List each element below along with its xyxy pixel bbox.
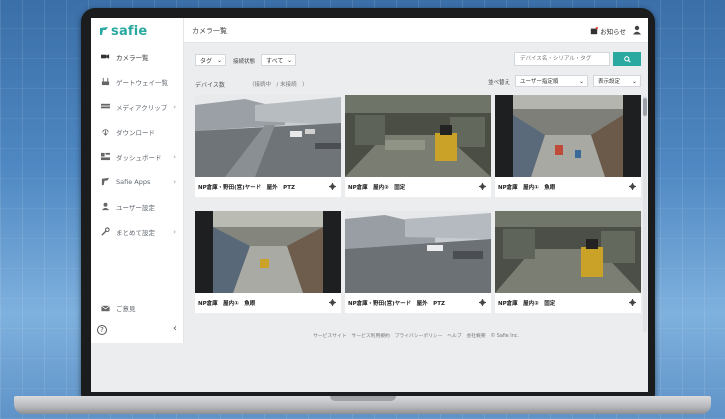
search-button[interactable] [613,52,641,66]
sidebar-item-label: Safie Apps [116,177,151,186]
sidebar-item-label: ユーザー設定 [116,203,155,212]
chevron-down-icon: ⌄ [631,77,637,85]
sidebar-item-user-settings[interactable]: ユーザー設定 [91,194,184,219]
chevron-right-icon: › [173,227,176,236]
bulk-settings-icon [101,227,110,236]
feedback-link[interactable]: ご意見 [91,299,184,317]
camera-thumbnail[interactable] [495,211,641,293]
chevron-right-icon: › [173,177,176,186]
gateway-icon [101,77,110,86]
chevron-down-icon: ⌄ [216,56,222,64]
collapse-sidebar-icon[interactable]: ‹ [173,323,177,334]
chevron-right-icon: › [173,102,176,111]
chevron-right-icon: › [173,152,176,161]
camera-name: NP倉庫 屋内① 魚眼 [195,293,341,313]
sort-order-value: ユーザー指定順 [520,79,559,85]
chevron-down-icon: ⌄ [286,56,292,64]
camera-card[interactable]: NP倉庫 屋内① 魚眼 [495,95,641,197]
camera-card[interactable]: NP倉庫 屋内① 魚眼 [195,211,341,313]
mail-icon [101,305,110,311]
app-screen: safie カメラ一覧 ゲートウェイ一覧 メディアクリップ › ダウンロード ダ… [91,18,648,392]
user-settings-icon [101,202,110,211]
camera-thumbnail[interactable] [195,95,341,177]
gear-icon[interactable] [329,183,336,190]
camera-name: NP倉庫 屋内① 魚眼 [495,177,641,197]
sidebar-item-label: ダウンロード [116,128,155,137]
search-icon [623,55,631,63]
camera-name: NP倉庫 屋内② 固定 [345,177,491,197]
device-search-input[interactable] [514,52,610,66]
notice-icon [590,27,599,35]
sidebar-item-safie-apps[interactable]: Safie Apps › [91,169,184,194]
device-status-counts: （接続中 / 未接続 ） [249,82,308,88]
camera-card[interactable]: NP倉庫 屋内② 固定 [495,211,641,313]
tag-filter-value: タグ [200,57,213,65]
sort-label: 並べ替え [488,80,511,86]
gear-icon[interactable] [329,299,336,306]
help-icon[interactable]: ? [97,325,107,335]
camera-card[interactable]: NP倉庫・野田(営)ヤード 屋外 PTZ [345,211,491,313]
camera-card[interactable]: NP倉庫・野田(営)ヤード 屋外 PTZ [195,95,341,197]
view-settings-value: 表示設定 [598,79,621,85]
gear-icon[interactable] [479,183,486,190]
chevron-down-icon: ⌄ [578,77,584,85]
sidebar-item-label: メディアクリップ [116,103,168,112]
camera-name: NP倉庫・野田(営)ヤード 屋外 PTZ [195,177,341,197]
laptop-notch [330,396,396,401]
notice-label: お知らせ [600,28,626,36]
sidebar-item-label: ダッシュボード [116,153,162,162]
view-settings-select[interactable]: 表示設定 ⌄ [593,75,641,87]
page-title: カメラ一覧 [192,27,227,35]
tag-filter-select[interactable]: タグ ⌄ [195,54,226,66]
feedback-label: ご意見 [116,305,136,313]
sidebar-item-camera-list[interactable]: カメラ一覧 [91,44,184,69]
sidebar-item-media-clip[interactable]: メディアクリップ › [91,94,184,119]
notice-button[interactable]: お知らせ [590,26,626,36]
camera-icon [101,54,110,59]
connection-filter-value: すべて [266,57,284,65]
camera-thumbnail[interactable] [195,211,341,293]
footer-links[interactable]: サービスサイト サービス利用規約 プライバシーポリシー ヘルプ 会社概要 © S… [184,331,648,343]
dashboard-icon [101,152,110,161]
safie-logo-icon [100,27,108,35]
user-account-icon[interactable] [632,25,642,35]
media-clip-icon [101,103,110,109]
gear-icon[interactable] [479,299,486,306]
connection-filter-select[interactable]: すべて ⌄ [261,54,296,66]
top-bar: カメラ一覧 お知らせ [184,18,648,43]
download-icon [102,129,109,136]
sort-order-select[interactable]: ユーザー指定順 ⌄ [515,75,588,87]
scrollbar-thumb[interactable] [643,98,647,116]
camera-card[interactable]: NP倉庫 屋内② 固定 [345,95,491,197]
sidebar-item-gateway-list[interactable]: ゲートウェイ一覧 [91,69,184,94]
sidebar-item-bulk-settings[interactable]: まとめて設定 › [91,219,184,244]
camera-thumbnail[interactable] [345,95,491,177]
camera-grid: NP倉庫・野田(営)ヤード 屋外 PTZ NP倉庫 屋内② 固定 NP倉庫 屋内… [195,95,642,331]
camera-name: NP倉庫 屋内② 固定 [495,293,641,313]
camera-thumbnail[interactable] [345,211,491,293]
logo-text: safie [111,23,148,39]
device-count-label: デバイス数 [195,82,225,89]
sidebar-item-label: ゲートウェイ一覧 [116,78,168,87]
camera-thumbnail[interactable] [495,95,641,177]
sidebar: safie カメラ一覧 ゲートウェイ一覧 メディアクリップ › ダウンロード ダ… [91,18,184,343]
connection-filter-label: 接続状態 [233,59,256,65]
filter-toolbar: タグ ⌄ 接続状態 すべて ⌄ デバイス数 （接続中 / 未接続 ） 並べ替え … [184,43,648,93]
safie-logo[interactable]: safie [99,23,147,39]
sidebar-item-label: カメラ一覧 [116,53,149,62]
sidebar-item-download[interactable]: ダウンロード [91,119,184,144]
sidebar-item-label: まとめて設定 [116,228,155,237]
sidebar-item-dashboard[interactable]: ダッシュボード › [91,144,184,169]
gear-icon[interactable] [629,299,636,306]
sidebar-nav: カメラ一覧 ゲートウェイ一覧 メディアクリップ › ダウンロード ダッシュボード… [91,44,184,244]
camera-name: NP倉庫・野田(営)ヤード 屋外 PTZ [345,293,491,313]
grid-scrollbar[interactable] [643,96,647,332]
gear-icon[interactable] [629,183,636,190]
apps-icon [101,177,110,186]
